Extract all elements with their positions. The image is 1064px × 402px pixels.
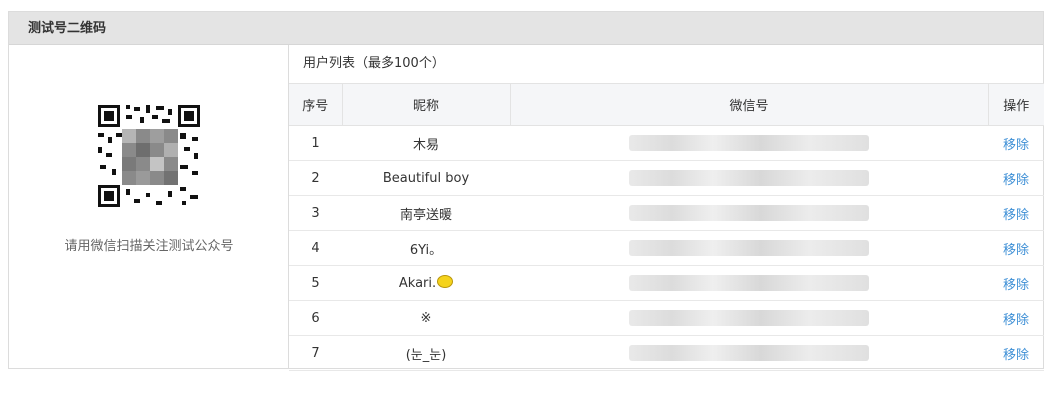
remove-link[interactable]: 移除 [1003, 243, 1029, 258]
row-nickname: ※ [342, 300, 510, 336]
table-row: 3 南亭送暖 移除 [289, 195, 1044, 231]
remove-link[interactable]: 移除 [1003, 278, 1029, 293]
row-number: 6 [289, 300, 342, 336]
redacted-text [629, 310, 869, 326]
row-number: 4 [289, 230, 342, 266]
table-row: 2 Beautiful boy 移除 [289, 160, 1044, 196]
row-wechat-id-redacted [510, 230, 988, 266]
row-nickname: 木易 [342, 125, 510, 161]
qr-caption: 请用微信扫描关注测试公众号 [64, 239, 234, 254]
panel-header: 测试号二维码 [9, 12, 1043, 45]
row-number: 1 [289, 125, 342, 161]
row-nickname: 6Yi。 [342, 230, 510, 266]
row-wechat-id-redacted [510, 335, 988, 371]
test-account-qr-panel: 测试号二维码 请用微信扫描关注测试公众号 用户列表（最多100个） 序号 昵称 … [8, 11, 1044, 371]
row-wechat-id-redacted [510, 195, 988, 231]
row-wechat-id-redacted [510, 300, 988, 336]
row-wechat-id-redacted [510, 125, 988, 161]
row-nickname: Beautiful boy [342, 160, 510, 196]
qr-code-image [96, 103, 202, 209]
table-row: 6 ※ 移除 [289, 300, 1044, 336]
column-header-wechat-id: 微信号 [509, 83, 989, 126]
row-wechat-id-redacted [510, 160, 988, 196]
redacted-text [629, 205, 869, 221]
table-row: 5 Akari. 移除 [289, 265, 1044, 301]
column-header-action: 操作 [987, 83, 1044, 126]
row-number: 2 [289, 160, 342, 196]
row-number: 3 [289, 195, 342, 231]
redacted-text [629, 170, 869, 186]
row-nickname: (눈_눈) [342, 335, 510, 371]
row-number: 5 [289, 265, 342, 301]
table-row: 7 (눈_눈) 移除 [289, 335, 1044, 371]
remove-link[interactable]: 移除 [1003, 173, 1029, 188]
remove-link[interactable]: 移除 [1003, 348, 1029, 363]
redacted-text [629, 240, 869, 256]
row-nickname: 南亭送暖 [342, 195, 510, 231]
remove-link[interactable]: 移除 [1003, 313, 1029, 328]
row-nickname: Akari. [398, 276, 437, 291]
table-row: 1 木易 移除 [289, 125, 1044, 161]
user-list-section: 用户列表（最多100个） 序号 昵称 微信号 操作 1 木易 移除 2 Beau… [289, 45, 1044, 371]
redacted-text [629, 345, 869, 361]
table-header-row: 序号 昵称 微信号 操作 [289, 83, 1044, 126]
table-row: 4 6Yi。 移除 [289, 230, 1044, 266]
remove-link[interactable]: 移除 [1003, 208, 1029, 223]
column-header-nickname: 昵称 [341, 83, 511, 126]
row-number: 7 [289, 335, 342, 371]
lemon-icon [437, 275, 454, 288]
column-header-no: 序号 [289, 83, 343, 126]
redacted-text [629, 135, 869, 151]
panel-title: 测试号二维码 [28, 21, 107, 36]
user-list-title: 用户列表（最多100个） [303, 56, 445, 71]
row-wechat-id-redacted [510, 265, 988, 301]
row-nickname-cell: Akari. [342, 265, 510, 301]
qr-section: 请用微信扫描关注测试公众号 [9, 45, 289, 368]
remove-link[interactable]: 移除 [1003, 138, 1029, 153]
user-table: 序号 昵称 微信号 操作 1 木易 移除 2 Beautiful boy 移除 … [289, 83, 1044, 371]
redacted-text [629, 275, 869, 291]
